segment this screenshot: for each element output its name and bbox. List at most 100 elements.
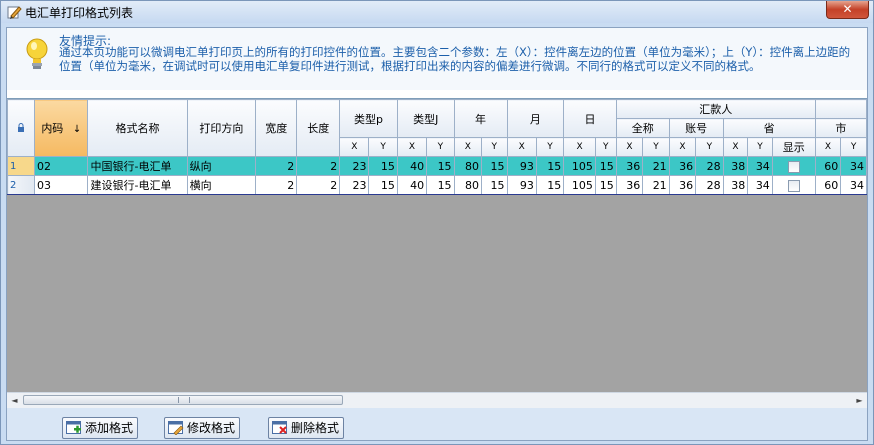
col-header-x[interactable]: X <box>615 137 644 157</box>
lock-icon <box>18 122 25 132</box>
col-header-x[interactable]: X <box>668 137 697 157</box>
col-header-day[interactable]: 日 <box>563 99 617 138</box>
edit-format-button[interactable]: 修改格式 <box>164 417 241 439</box>
cell-coordinate[interactable]: 80 <box>453 156 482 176</box>
cell-coordinate[interactable]: 80 <box>453 175 482 195</box>
col-header-y[interactable]: Y <box>840 137 867 157</box>
cell-coordinate[interactable]: 21 <box>642 175 670 195</box>
cell-name[interactable]: 中国银行-电汇单 <box>87 156 188 176</box>
cell-width[interactable]: 2 <box>255 175 298 195</box>
col-header-x[interactable]: X <box>722 137 749 157</box>
col-header-y[interactable]: Y <box>535 137 565 157</box>
show-checkbox[interactable] <box>787 179 800 192</box>
cell-coordinate[interactable]: 15 <box>426 175 455 195</box>
cell-width[interactable]: 2 <box>255 156 298 176</box>
cell-coordinate[interactable]: 36 <box>615 175 644 195</box>
cell-coordinate[interactable]: 34 <box>747 156 773 176</box>
col-header-month[interactable]: 月 <box>506 99 565 138</box>
cell-direction[interactable]: 横向 <box>186 175 257 195</box>
title-bar: 电汇单打印格式列表 ✕ <box>1 1 873 23</box>
col-header-x[interactable]: X <box>453 137 482 157</box>
cell-coordinate[interactable]: 28 <box>695 156 724 176</box>
row-number[interactable]: 1 <box>7 156 36 176</box>
cell-coordinate[interactable]: 15 <box>480 156 508 176</box>
cell-coordinate[interactable]: 23 <box>339 156 370 176</box>
col-header-province[interactable]: 省 <box>722 118 816 138</box>
col-header-type-p[interactable]: 类型p <box>339 99 398 138</box>
col-header-show[interactable]: 显示 <box>771 137 816 157</box>
cell-coordinate[interactable]: 38 <box>722 175 749 195</box>
scroll-left-arrow-icon[interactable]: ◄ <box>9 395 20 406</box>
cell-city-coordinate[interactable]: 60 <box>814 175 842 195</box>
cell-coordinate[interactable]: 36 <box>668 156 697 176</box>
col-header-y[interactable]: Y <box>480 137 508 157</box>
col-header-y[interactable]: Y <box>594 137 617 157</box>
cell-coordinate[interactable]: 15 <box>426 156 455 176</box>
cell-coordinate[interactable]: 38 <box>722 156 749 176</box>
cell-coordinate[interactable]: 93 <box>506 156 537 176</box>
add-format-button[interactable]: 添加格式 <box>62 417 139 439</box>
cell-coordinate[interactable]: 15 <box>594 175 617 195</box>
format-grid[interactable]: 内码 ↓ 格式名称 打印方向 宽度 长度 类型p 类型J 年 月 日 汇款人 全… <box>7 98 867 393</box>
cell-city-coordinate[interactable]: 60 <box>814 156 842 176</box>
cell-coordinate[interactable]: 15 <box>480 175 508 195</box>
col-header-direction[interactable]: 打印方向 <box>186 99 257 157</box>
add-format-label: 添加格式 <box>85 421 134 435</box>
col-header-y[interactable]: Y <box>426 137 455 157</box>
col-header-account[interactable]: 账号 <box>668 118 724 138</box>
cell-code[interactable]: 02 <box>34 156 89 176</box>
delete-format-button[interactable]: 删除格式 <box>268 417 345 439</box>
show-checkbox[interactable] <box>787 160 800 173</box>
cell-coordinate[interactable]: 15 <box>368 175 398 195</box>
col-header-type-j[interactable]: 类型J <box>396 99 455 138</box>
cell-coordinate[interactable]: 21 <box>642 156 670 176</box>
col-header-code[interactable]: 内码 ↓ <box>34 99 89 157</box>
table-row[interactable]: 2 03 建设银行-电汇单 横向 2 2 23 15 40 15 80 15 93 15 105 15 36 21… <box>7 175 867 195</box>
cell-direction[interactable]: 纵向 <box>186 156 257 176</box>
col-header-city[interactable]: 市 <box>814 118 867 138</box>
col-header-full-name[interactable]: 全称 <box>615 118 670 138</box>
cell-length[interactable]: 2 <box>296 175 341 195</box>
scroll-right-arrow-icon[interactable]: ► <box>854 395 865 406</box>
col-header-y[interactable]: Y <box>747 137 773 157</box>
table-row[interactable]: 1 02 中国银行-电汇单 纵向 2 2 23 15 40 15 80 15 93 15 105 15 36 21… <box>7 156 867 176</box>
col-header-length[interactable]: 长度 <box>296 99 341 157</box>
col-header-x[interactable]: X <box>339 137 370 157</box>
cell-coordinate[interactable]: 36 <box>668 175 697 195</box>
cell-coordinate[interactable]: 15 <box>594 156 617 176</box>
cell-coordinate[interactable]: 23 <box>339 175 370 195</box>
cell-coordinate[interactable]: 40 <box>396 156 428 176</box>
col-header-remitter[interactable]: 汇款人 <box>615 99 816 119</box>
col-header-city-group[interactable] <box>814 99 867 119</box>
col-header-width[interactable]: 宽度 <box>255 99 298 157</box>
col-header-x[interactable]: X <box>396 137 428 157</box>
cell-code[interactable]: 03 <box>34 175 89 195</box>
col-header-year[interactable]: 年 <box>453 99 508 138</box>
cell-coordinate[interactable]: 28 <box>695 175 724 195</box>
cell-coordinate[interactable]: 105 <box>563 156 596 176</box>
cell-name[interactable]: 建设银行-电汇单 <box>87 175 188 195</box>
col-header-name[interactable]: 格式名称 <box>87 99 188 157</box>
cell-coordinate[interactable]: 36 <box>615 156 644 176</box>
cell-coordinate[interactable]: 15 <box>368 156 398 176</box>
horizontal-scrollbar[interactable]: ◄ ► <box>7 392 867 408</box>
col-header-y[interactable]: Y <box>642 137 670 157</box>
row-header-corner[interactable] <box>7 99 36 157</box>
col-header-x[interactable]: X <box>506 137 537 157</box>
col-header-y[interactable]: Y <box>368 137 398 157</box>
cell-coordinate[interactable]: 93 <box>506 175 537 195</box>
close-button[interactable]: ✕ <box>826 1 869 19</box>
col-header-x[interactable]: X <box>814 137 842 157</box>
col-header-y[interactable]: Y <box>695 137 724 157</box>
cell-coordinate[interactable]: 34 <box>747 175 773 195</box>
cell-coordinate[interactable]: 40 <box>396 175 428 195</box>
cell-coordinate[interactable]: 15 <box>535 156 565 176</box>
cell-length[interactable]: 2 <box>296 156 341 176</box>
col-header-x[interactable]: X <box>563 137 596 157</box>
row-number[interactable]: 2 <box>7 175 36 195</box>
cell-city-coordinate[interactable]: 34 <box>840 156 867 176</box>
cell-coordinate[interactable]: 105 <box>563 175 596 195</box>
scroll-thumb[interactable] <box>23 395 343 405</box>
cell-city-coordinate[interactable]: 34 <box>840 175 867 195</box>
cell-coordinate[interactable]: 15 <box>535 175 565 195</box>
